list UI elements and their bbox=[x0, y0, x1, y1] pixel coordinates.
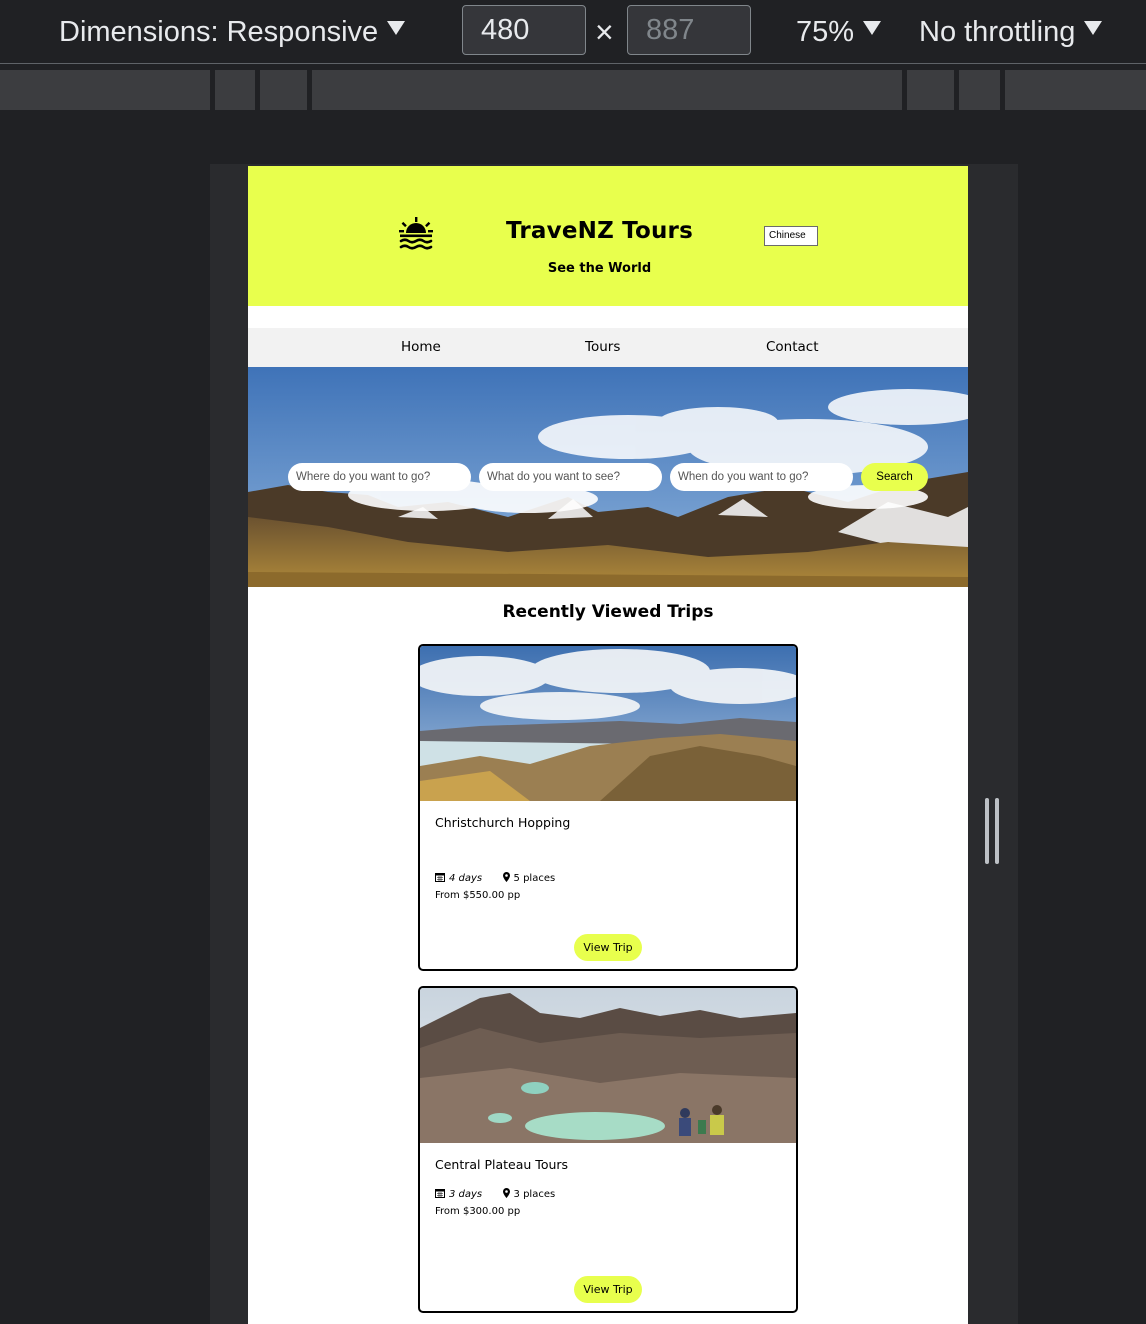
hero-banner: Where do you want to go? What do you wan… bbox=[248, 367, 968, 587]
devtools-toolbar: Dimensions: Responsive 480 × 887 75% No … bbox=[0, 0, 1146, 64]
height-input[interactable]: 887 bbox=[627, 5, 751, 55]
page-viewport: TraveNZ Tours See the World Chinese Home… bbox=[248, 166, 968, 1324]
site-tagline: See the World bbox=[547, 261, 652, 276]
ruler-segment[interactable] bbox=[312, 70, 902, 110]
site-title: TraveNZ Tours bbox=[506, 218, 693, 244]
trip-places: 3 places bbox=[513, 1189, 556, 1200]
nav-link-home[interactable]: Home bbox=[401, 339, 441, 355]
ruler-segment[interactable] bbox=[215, 70, 255, 110]
throttling-label: No throttling bbox=[919, 16, 1076, 48]
trip-duration: 3 days bbox=[449, 1189, 483, 1200]
zoom-dropdown[interactable]: 75% bbox=[796, 14, 882, 50]
trip-title: Christchurch Hopping bbox=[435, 815, 571, 830]
section-title: Recently Viewed Trips bbox=[502, 602, 714, 622]
trip-card-image bbox=[420, 646, 796, 801]
ruler-segment[interactable] bbox=[1005, 70, 1146, 110]
site-header: TraveNZ Tours See the World Chinese bbox=[248, 166, 968, 306]
resize-handle[interactable] bbox=[985, 798, 989, 864]
media-query-ruler bbox=[0, 70, 1146, 110]
map-marker-icon bbox=[502, 872, 510, 882]
map-marker-icon bbox=[502, 1188, 510, 1198]
width-input[interactable]: 480 bbox=[462, 5, 586, 55]
search-button[interactable]: Search bbox=[861, 463, 928, 491]
trip-duration: 4 days bbox=[449, 873, 483, 884]
trip-meta: 4 days 5 places bbox=[435, 872, 555, 884]
date-search-input[interactable]: When do you want to go? bbox=[670, 463, 853, 491]
view-trip-button[interactable]: View Trip bbox=[574, 934, 642, 961]
ruler-segment[interactable] bbox=[260, 70, 307, 110]
attraction-search-input[interactable]: What do you want to see? bbox=[479, 463, 662, 491]
destination-search-input[interactable]: Where do you want to go? bbox=[288, 463, 471, 491]
trip-meta: 3 days 3 places bbox=[435, 1188, 555, 1200]
ruler-segment[interactable] bbox=[959, 70, 1000, 110]
zoom-label: 75% bbox=[796, 16, 855, 48]
view-trip-button[interactable]: View Trip bbox=[574, 1276, 642, 1303]
trip-title: Central Plateau Tours bbox=[435, 1157, 569, 1172]
trip-card[interactable]: Central Plateau Tours 3 days 3 places Fr… bbox=[418, 986, 798, 1313]
chevron-down-icon bbox=[863, 21, 882, 35]
nav-link-tours[interactable]: Tours bbox=[585, 339, 620, 355]
nav-link-contact[interactable]: Contact bbox=[766, 339, 819, 355]
resize-handle[interactable] bbox=[995, 798, 999, 864]
trip-price: From $300.00 pp bbox=[435, 1206, 521, 1217]
trip-price: From $550.00 pp bbox=[435, 890, 521, 901]
trip-card[interactable]: Christchurch Hopping 4 days 5 places Fro… bbox=[418, 644, 798, 971]
language-select[interactable]: Chinese bbox=[764, 226, 818, 246]
trip-card-image bbox=[420, 988, 796, 1143]
calendar-icon bbox=[435, 1189, 445, 1198]
trip-places: 5 places bbox=[513, 873, 556, 884]
calendar-icon bbox=[435, 873, 445, 882]
chevron-down-icon bbox=[1084, 21, 1103, 35]
emerald-lakes-photo bbox=[420, 988, 796, 1143]
times-separator: × bbox=[595, 14, 614, 50]
throttling-dropdown[interactable]: No throttling bbox=[919, 14, 1103, 50]
lake-mountain-photo bbox=[420, 646, 796, 801]
chevron-down-icon bbox=[387, 21, 406, 35]
main-nav: Home Tours Contact bbox=[248, 328, 968, 367]
sunset-waves-icon bbox=[399, 217, 433, 250]
dimensions-label: Dimensions: Responsive bbox=[59, 16, 379, 48]
dimensions-dropdown[interactable]: Dimensions: Responsive bbox=[59, 14, 406, 50]
ruler-segment[interactable] bbox=[907, 70, 954, 110]
ruler-segment[interactable] bbox=[0, 70, 210, 110]
